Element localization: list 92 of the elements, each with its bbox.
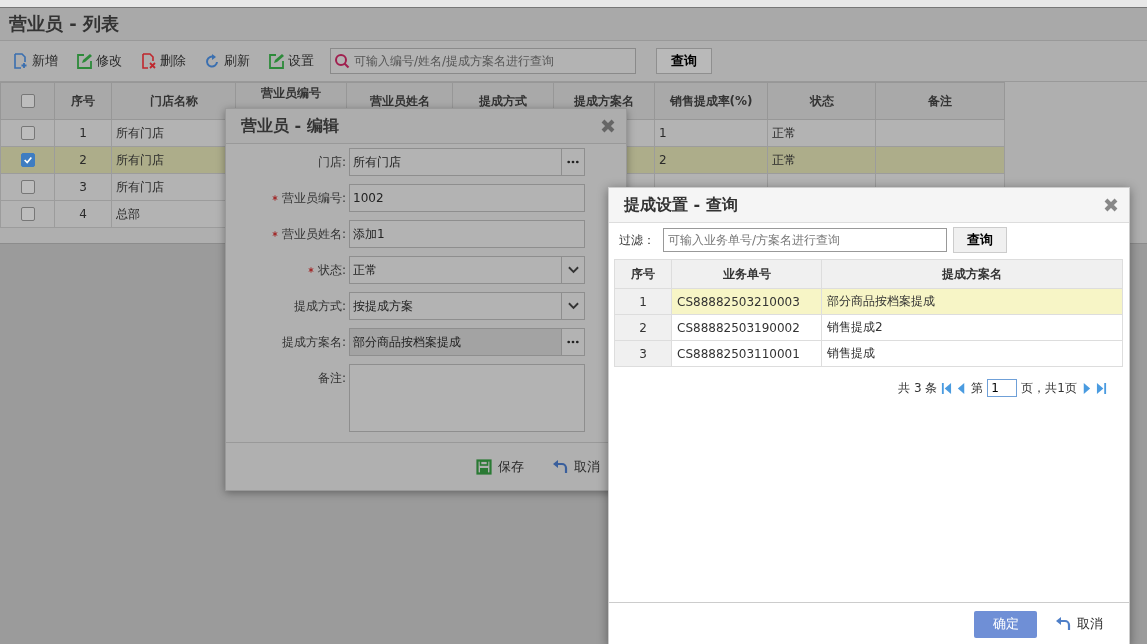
page-label: 页，共1页: [1021, 379, 1077, 397]
table-cell: 部分商品按档案提成: [827, 294, 935, 308]
row-number: 3: [639, 346, 647, 361]
column-header: 营业员编号: [261, 85, 321, 100]
dropdown-field[interactable]: 正常: [349, 256, 585, 284]
row-checkbox[interactable]: [20, 126, 35, 141]
table-cell: 所有门店: [116, 179, 164, 194]
save-button[interactable]: 保存: [474, 455, 526, 478]
chevron-down-icon: [567, 266, 579, 274]
table-cell: CS88882503190002: [677, 320, 800, 335]
more-icon: [567, 340, 579, 344]
table-cell: 1: [659, 126, 667, 140]
undo-arrow-icon: [552, 458, 568, 475]
add-document-icon: [12, 53, 28, 69]
remark-field[interactable]: [349, 364, 585, 432]
filter-label: 过滤：: [619, 231, 656, 249]
next-page-icon[interactable]: [1081, 381, 1092, 395]
search-icon: [334, 53, 350, 69]
refresh-icon: [204, 53, 220, 69]
query-button[interactable]: 查询: [953, 227, 1007, 253]
row-checkbox[interactable]: [20, 180, 35, 195]
more-icon: [567, 160, 579, 164]
table-cell: 销售提成2: [827, 320, 883, 334]
delete-document-icon: [140, 53, 156, 69]
asterisk-icon: [271, 195, 278, 201]
table-cell: 总部: [116, 206, 140, 221]
input-field[interactable]: 添加1: [349, 220, 585, 248]
refresh-button[interactable]: 刷新: [200, 50, 254, 72]
column-header: 提成方案名: [942, 266, 1002, 281]
table-cell: 1: [79, 126, 87, 140]
column-header: 序号: [71, 93, 95, 108]
record-count: 共 3 条: [898, 379, 938, 397]
table-cell: 2: [79, 153, 87, 167]
field-label: 备注:: [317, 370, 346, 387]
dialog-title: 提成设置 - 查询: [624, 194, 738, 216]
search-field[interactable]: 可输入编号/姓名/提成方案名进行查询: [330, 48, 636, 74]
table-cell: CS88882503110001: [677, 346, 800, 361]
chevron-down-icon: [567, 302, 579, 310]
table-cell: 2: [659, 153, 667, 167]
edit-icon: [268, 53, 284, 69]
undo-arrow-icon: [1055, 616, 1071, 632]
input-field[interactable]: 1002: [349, 184, 585, 212]
first-page-icon[interactable]: [941, 381, 953, 395]
close-icon[interactable]: [1103, 197, 1119, 213]
row-checkbox[interactable]: [20, 153, 35, 168]
page-number-field[interactable]: 1: [987, 379, 1018, 397]
column-header: 提成方式: [479, 93, 527, 108]
page-title: 营业员 - 列表: [9, 12, 119, 36]
column-header: 提成方案名: [574, 93, 634, 108]
field-label: 门店:: [317, 153, 346, 171]
row-checkbox[interactable]: [20, 207, 35, 222]
table-cell: 正常: [772, 125, 796, 140]
table-cell: 所有门店: [116, 152, 164, 167]
cancel-button[interactable]: 取消: [1053, 613, 1105, 635]
delete-button[interactable]: 删除: [136, 50, 190, 72]
last-page-icon[interactable]: [1096, 381, 1107, 395]
settings-button[interactable]: 设置: [264, 50, 318, 72]
field-label: 提成方案名:: [281, 333, 346, 351]
edit-icon: [76, 53, 92, 69]
dropdown-field[interactable]: 按提成方案: [349, 292, 585, 320]
table-cell: 所有门店: [116, 125, 164, 140]
column-header: 备注: [928, 93, 952, 108]
field-label: 提成方式:: [293, 297, 346, 315]
table-cell: CS88882503210003: [677, 294, 800, 309]
query-button[interactable]: 查询: [656, 48, 712, 74]
table-cell: 3: [79, 180, 87, 194]
column-header: 销售提成率(%): [669, 93, 753, 108]
close-icon[interactable]: [600, 118, 616, 134]
column-header: 状态: [809, 93, 834, 108]
table-cell: 正常: [772, 152, 796, 167]
add-button[interactable]: 新增: [8, 50, 62, 72]
edit-button[interactable]: 修改: [72, 50, 126, 72]
select-all-checkbox[interactable]: [20, 94, 35, 109]
page-label: 第: [971, 379, 984, 397]
table-cell: 4: [79, 207, 87, 221]
column-header: 序号: [631, 266, 655, 281]
picker-field[interactable]: 所有门店: [349, 148, 585, 176]
field-label: 状态:: [317, 261, 346, 279]
cancel-button[interactable]: 取消: [550, 455, 602, 478]
row-number: 1: [639, 294, 647, 309]
column-header: 营业员姓名: [369, 93, 430, 108]
row-number: 2: [639, 320, 647, 335]
column-header: 业务单号: [722, 266, 771, 281]
filter-field[interactable]: 可输入业务单号/方案名进行查询: [663, 228, 947, 252]
asterisk-icon: [307, 267, 314, 273]
table-cell: 销售提成: [827, 346, 875, 360]
asterisk-icon: [271, 231, 278, 237]
checkmark-icon: [22, 155, 33, 166]
field-label: 营业员编号:: [281, 189, 346, 207]
dialog-title: 营业员 - 编辑: [241, 115, 339, 137]
field-label: 营业员姓名:: [281, 225, 346, 243]
column-header: 门店名称: [149, 93, 198, 108]
